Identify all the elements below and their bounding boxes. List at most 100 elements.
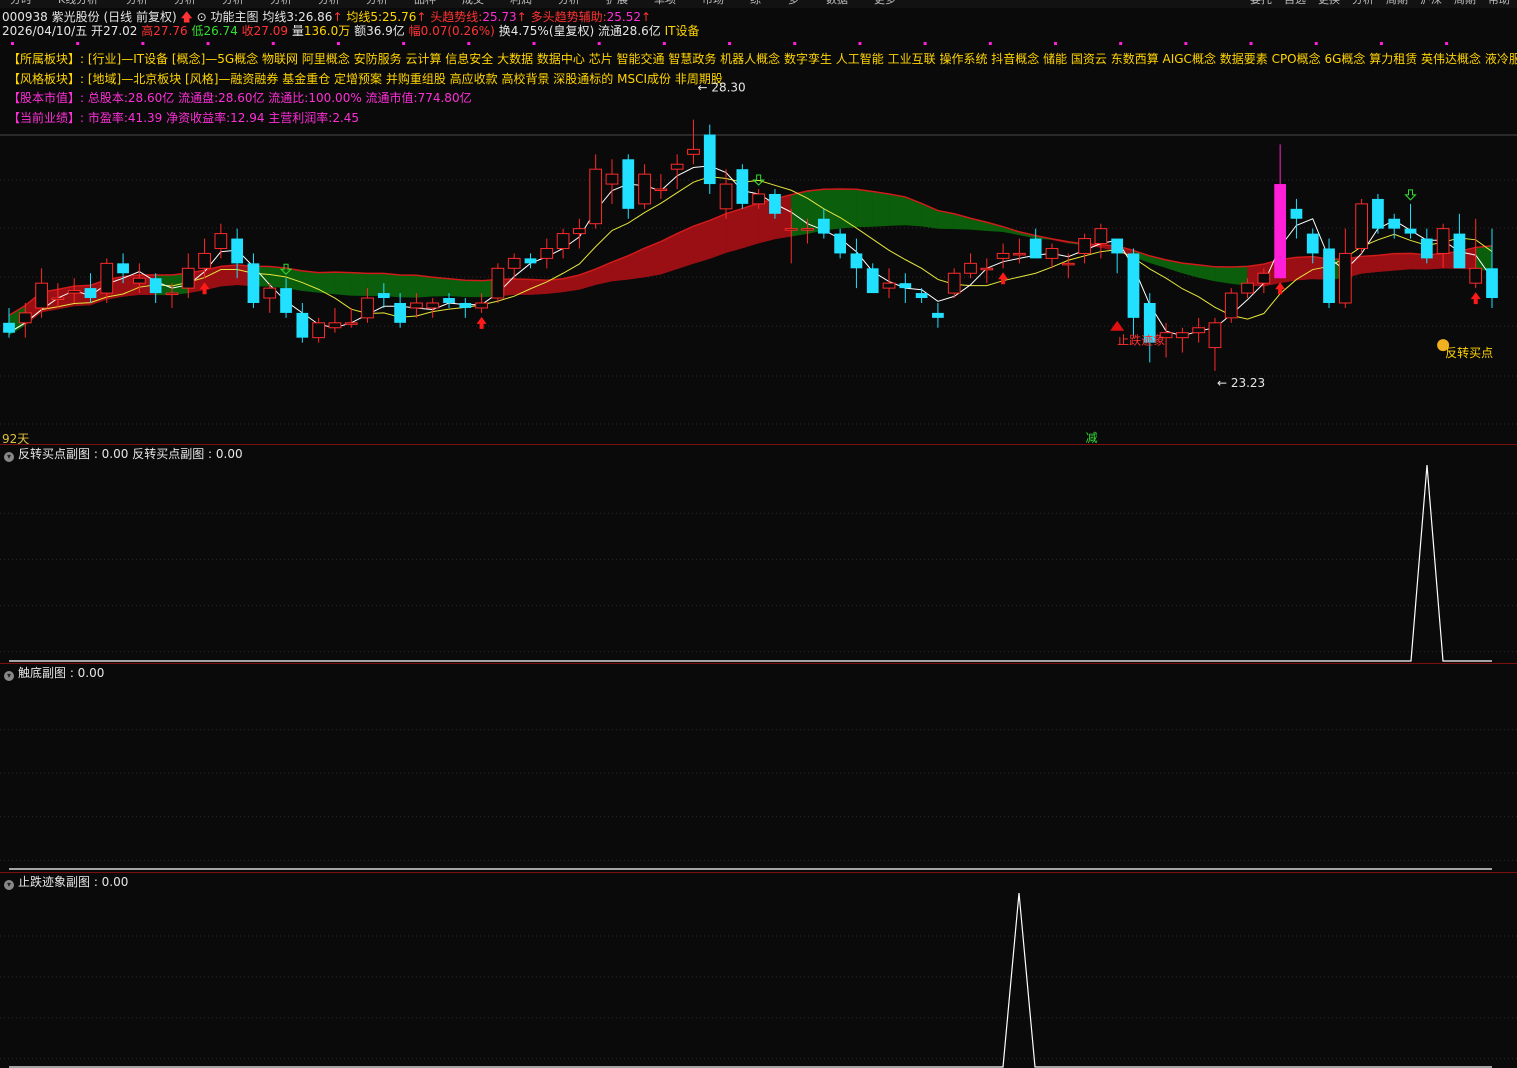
trend-band xyxy=(367,273,385,297)
candle-body xyxy=(996,252,1010,259)
trend-band xyxy=(302,270,319,293)
trend-band xyxy=(693,220,711,264)
signal-dot xyxy=(76,42,80,45)
trend-band xyxy=(628,247,645,280)
reverse-buy-subchart[interactable] xyxy=(0,445,1517,663)
candle-body xyxy=(1192,327,1206,334)
candle-body xyxy=(84,288,97,299)
candle-body xyxy=(850,253,863,269)
candle-body xyxy=(1274,184,1287,279)
candle-body xyxy=(1061,262,1075,266)
main-kline-chart[interactable]: ← 28.30 ← 23.23 止跌迹象反转买点减 xyxy=(0,0,1517,445)
candle-body xyxy=(1094,228,1108,245)
candle-body xyxy=(459,302,472,308)
candle-body xyxy=(165,292,179,296)
trend-band xyxy=(465,279,482,298)
candle-body xyxy=(377,293,390,299)
trend-band xyxy=(872,191,890,227)
candle-body xyxy=(817,218,830,234)
low-price-label: ← 23.23 xyxy=(1217,376,1265,390)
candle-body xyxy=(589,168,603,225)
signal-dot xyxy=(1445,42,1449,45)
signal-dot xyxy=(1053,42,1057,45)
candle-body xyxy=(247,263,260,303)
candle-body xyxy=(866,268,879,294)
candle-body xyxy=(670,163,684,170)
candle-body xyxy=(654,188,668,192)
candle-body xyxy=(1372,198,1384,229)
trend-band xyxy=(905,196,922,227)
candle-body xyxy=(394,302,406,323)
trend-band xyxy=(1214,266,1232,284)
candle-body xyxy=(638,173,651,205)
buy-arrow-icon xyxy=(998,272,1009,285)
trend-band xyxy=(350,272,368,296)
candle-body xyxy=(263,287,277,299)
signal-dot xyxy=(597,42,601,45)
candle-body xyxy=(573,228,586,235)
candle-body xyxy=(1257,272,1271,284)
trend-band xyxy=(1377,253,1395,273)
candle-body xyxy=(133,277,146,284)
candle-body xyxy=(1486,268,1498,299)
candle-body xyxy=(1453,233,1466,269)
signal-dot xyxy=(728,42,732,45)
signal-dot xyxy=(1314,42,1318,45)
candle-body xyxy=(687,148,700,155)
trend-band xyxy=(1393,253,1411,271)
candle-body xyxy=(1127,253,1140,318)
candle-body xyxy=(491,267,505,299)
bottom-touch-subchart[interactable] xyxy=(0,664,1517,872)
candle-body xyxy=(443,298,455,303)
buy-arrow-icon xyxy=(476,316,487,329)
trend-band xyxy=(725,208,743,254)
buy-arrow-icon xyxy=(1470,292,1481,305)
candle-body xyxy=(1469,267,1483,284)
signal-dot xyxy=(988,42,992,45)
trend-band xyxy=(1296,256,1313,281)
trend-band xyxy=(888,193,906,226)
candle-body xyxy=(67,290,81,294)
trend-band xyxy=(220,264,238,287)
candle-body xyxy=(231,238,244,264)
candle-body xyxy=(214,233,228,249)
candle-body xyxy=(622,159,635,209)
candle-body xyxy=(605,173,619,185)
candle-body xyxy=(426,302,440,309)
high-price-label: ← 28.30 xyxy=(697,81,745,95)
candle-body xyxy=(1404,228,1417,234)
candle-body xyxy=(540,247,554,259)
signal-dot xyxy=(11,42,14,45)
signal-dot xyxy=(206,42,210,45)
candle-body xyxy=(703,134,716,185)
candle-body xyxy=(344,322,358,325)
trend-band xyxy=(416,274,433,298)
signal-dot xyxy=(793,42,797,45)
candle-body xyxy=(1420,238,1433,259)
candle-body xyxy=(149,278,162,294)
candle-body xyxy=(947,272,961,294)
buy-arrow-icon xyxy=(1275,282,1286,295)
signal-dot xyxy=(467,42,471,45)
stop-fall-label: 止跌迹象 xyxy=(1117,333,1165,348)
signal-line xyxy=(9,892,1492,1068)
candle-body xyxy=(3,322,15,333)
candle-body xyxy=(1290,208,1303,219)
candle-body xyxy=(736,169,749,204)
signal-dot xyxy=(336,42,340,45)
candle-body xyxy=(899,283,912,289)
trend-band xyxy=(399,274,417,298)
candle-body xyxy=(1208,322,1222,349)
candle-body xyxy=(784,228,798,231)
signal-dot xyxy=(141,42,145,45)
candle-body xyxy=(328,322,342,329)
stop-fall-subchart[interactable] xyxy=(0,873,1517,1068)
signal-dot xyxy=(1119,42,1123,45)
sell-arrow-icon xyxy=(1404,189,1417,201)
candle-body xyxy=(882,282,896,289)
candle-body xyxy=(1175,332,1189,339)
candle-body xyxy=(719,183,733,210)
candle-body xyxy=(1306,233,1319,254)
candle-body xyxy=(769,193,781,214)
candle-body xyxy=(1338,252,1352,304)
